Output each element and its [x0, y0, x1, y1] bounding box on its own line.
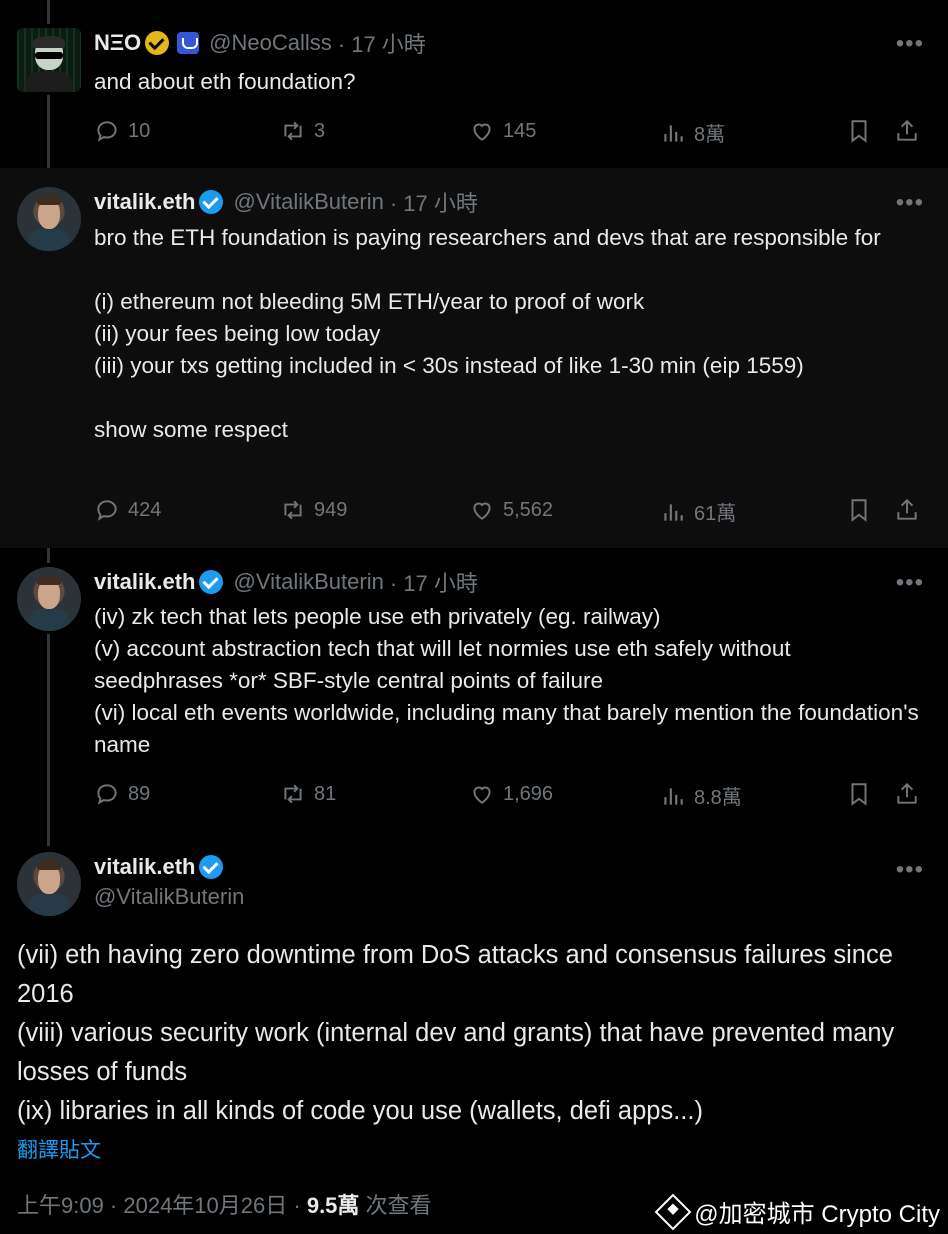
- view-count: 8.8萬: [694, 787, 742, 809]
- handle[interactable]: @VitalikButerin: [94, 884, 244, 910]
- watermark: @加密城市 Crypto City: [654, 1193, 940, 1230]
- reply-count: 424: [128, 498, 162, 521]
- tweet-vitalik-2[interactable]: vitalik.eth @VitalikButerin · 17 小時 ••• …: [0, 548, 948, 838]
- main-tweet-header: vitalik.eth: [94, 852, 224, 882]
- reply-icon: [97, 784, 117, 805]
- bookmark-button[interactable]: [846, 497, 872, 523]
- more-icon[interactable]: •••: [896, 856, 924, 884]
- share-icon: [897, 119, 917, 141]
- tweet-header: vitalik.eth @VitalikButerin · 17 小時: [94, 567, 478, 597]
- reply-icon: [97, 500, 117, 521]
- tweet-header: NΞO @NeoCallss · 17 小時: [94, 28, 426, 58]
- like-button[interactable]: 145: [469, 118, 536, 144]
- tweet-neo[interactable]: NΞO @NeoCallss · 17 小時 ••• and about eth…: [0, 0, 948, 168]
- reply-count: 10: [128, 119, 151, 142]
- handle[interactable]: @NeoCallss: [209, 30, 332, 56]
- like-icon: [473, 502, 491, 520]
- display-name[interactable]: vitalik.eth: [94, 189, 195, 215]
- avatar[interactable]: [17, 567, 81, 631]
- repost-button[interactable]: 81: [280, 781, 336, 807]
- views-label: 次查看: [365, 1193, 432, 1218]
- reply-icon: [97, 121, 117, 142]
- timestamp[interactable]: 上午9:09 · 2024年10月26日 ·: [17, 1193, 301, 1218]
- views-button[interactable]: 61萬: [660, 497, 736, 526]
- avatar[interactable]: [17, 28, 81, 92]
- like-count: 1,696: [503, 782, 554, 805]
- action-bar: 424 949 5,562 61萬: [94, 497, 926, 529]
- reply-button[interactable]: 424: [94, 497, 161, 523]
- bookmark-icon: [851, 120, 867, 143]
- tweet-header: vitalik.eth @VitalikButerin · 17 小時: [94, 187, 478, 217]
- more-icon[interactable]: •••: [896, 189, 924, 217]
- watermark-text: @加密城市 Crypto City: [694, 1201, 940, 1228]
- views-button[interactable]: 8萬: [660, 118, 725, 147]
- bookmark-icon: [851, 499, 867, 522]
- handle[interactable]: @VitalikButerin: [233, 189, 383, 215]
- like-button[interactable]: 5,562: [469, 497, 553, 523]
- tweet-text: bro the ETH foundation is paying researc…: [94, 225, 881, 442]
- logo-icon: [654, 1193, 692, 1230]
- timestamp[interactable]: · 17 小時: [338, 27, 426, 59]
- repost-button[interactable]: 3: [280, 118, 325, 144]
- share-button[interactable]: [894, 118, 920, 144]
- bookmark-icon: [851, 783, 867, 806]
- views-icon: [664, 124, 683, 142]
- bookmark-button[interactable]: [846, 118, 872, 144]
- tweet-text: (iv) zk tech that lets people use eth pr…: [94, 604, 919, 757]
- translate-link[interactable]: 翻譯貼文: [17, 1134, 101, 1164]
- repost-count: 81: [314, 782, 337, 805]
- main-tweet-text: (vii) eth having zero downtime from DoS …: [17, 941, 895, 1125]
- repost-count: 949: [314, 498, 348, 521]
- repost-icon: [284, 121, 302, 141]
- display-name[interactable]: NΞO: [94, 30, 141, 56]
- like-count: 5,562: [503, 498, 554, 521]
- verified-icon: [199, 855, 224, 879]
- more-icon[interactable]: •••: [896, 569, 924, 597]
- share-icon: [897, 498, 917, 520]
- reply-count: 89: [128, 782, 151, 805]
- view-count: 9.5萬: [306, 1193, 360, 1218]
- share-icon: [897, 782, 917, 804]
- repost-icon: [284, 784, 302, 804]
- timestamp[interactable]: · 17 小時: [390, 566, 478, 598]
- reply-button[interactable]: 89: [94, 781, 150, 807]
- affiliate-icon[interactable]: [177, 32, 200, 54]
- verified-icon: [199, 190, 224, 214]
- avatar[interactable]: [17, 187, 81, 251]
- action-bar: 10 3 145 8萬: [94, 118, 926, 150]
- action-bar: 89 81 1,696 8.8萬: [94, 781, 926, 813]
- share-button[interactable]: [894, 497, 920, 523]
- share-button[interactable]: [894, 781, 920, 807]
- tweet-vitalik-1[interactable]: vitalik.eth @VitalikButerin · 17 小時 ••• …: [0, 168, 948, 548]
- like-button[interactable]: 1,696: [469, 781, 553, 807]
- more-icon[interactable]: •••: [896, 30, 924, 58]
- handle[interactable]: @VitalikButerin: [233, 569, 383, 595]
- views-icon: [664, 787, 683, 805]
- like-icon: [473, 123, 491, 141]
- view-count: 8萬: [694, 124, 726, 146]
- verified-icon: [145, 31, 170, 55]
- repost-icon: [284, 500, 302, 520]
- repost-button[interactable]: 949: [280, 497, 347, 523]
- views-icon: [664, 503, 683, 521]
- like-icon: [473, 786, 491, 804]
- timestamp[interactable]: · 17 小時: [390, 186, 478, 218]
- display-name[interactable]: vitalik.eth: [94, 569, 195, 595]
- views-button[interactable]: 8.8萬: [660, 781, 742, 810]
- repost-count: 3: [314, 119, 326, 142]
- verified-icon: [199, 570, 224, 594]
- avatar[interactable]: [17, 852, 81, 916]
- bookmark-button[interactable]: [846, 781, 872, 807]
- like-count: 145: [503, 119, 537, 142]
- view-count: 61萬: [694, 503, 737, 525]
- reply-button[interactable]: 10: [94, 118, 150, 144]
- tweet-meta: 上午9:09 · 2024年10月26日 · 9.5萬 次查看: [17, 1188, 432, 1220]
- tweet-text: and about eth foundation?: [94, 69, 356, 94]
- display-name[interactable]: vitalik.eth: [94, 854, 195, 880]
